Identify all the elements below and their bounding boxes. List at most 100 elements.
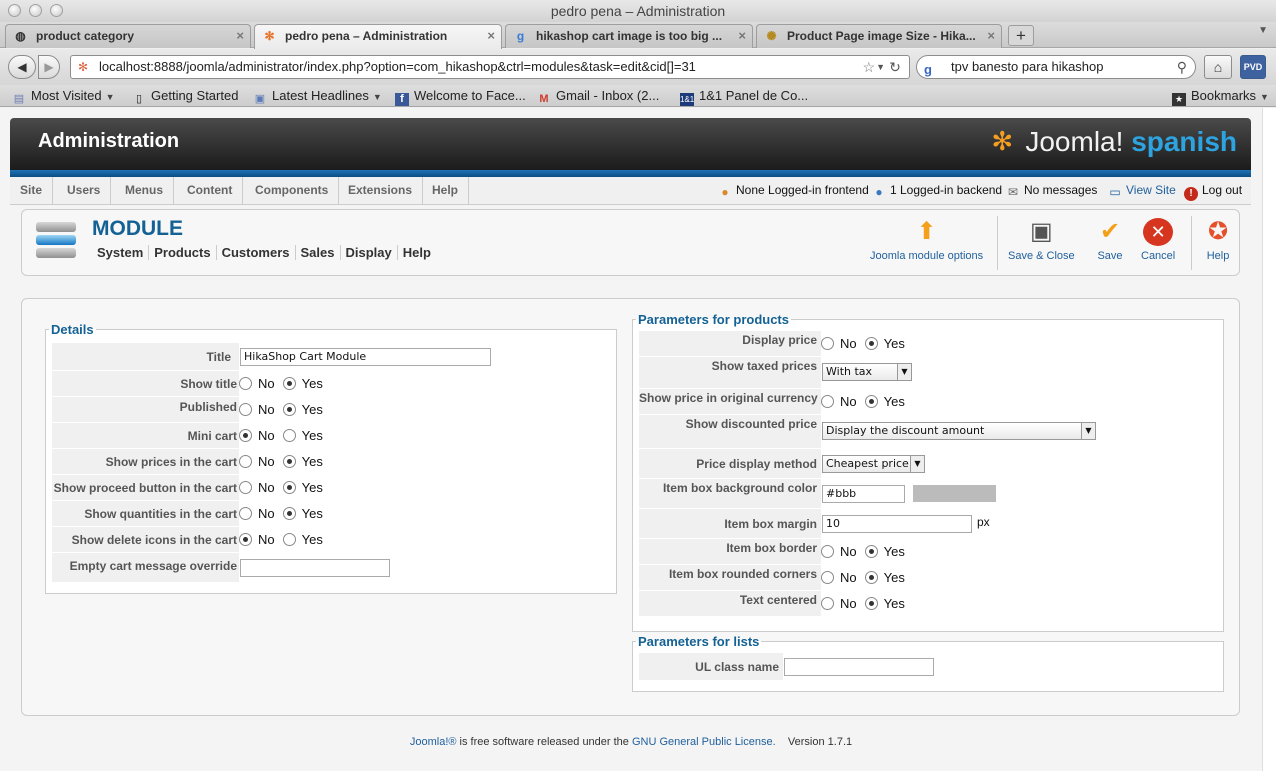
- field-value: #bbb: [821, 479, 1215, 509]
- text-centered-yes-radio[interactable]: [864, 597, 878, 610]
- joomla-link[interactable]: Joomla!®: [410, 736, 457, 748]
- browser-tab[interactable]: ✺ Product Page image Size - Hika... ×: [756, 24, 1002, 48]
- discounted-price-select[interactable]: Display the discount amount ▼: [822, 422, 1096, 440]
- menu-components[interactable]: Components: [245, 177, 340, 204]
- menu-help[interactable]: Help: [422, 177, 470, 204]
- submenu-system[interactable]: System: [92, 245, 148, 260]
- google-search-icon[interactable]: g: [924, 59, 932, 78]
- item-box-border-no-radio[interactable]: [821, 545, 834, 558]
- title-input[interactable]: HikaShop Cart Module: [240, 348, 491, 366]
- back-button[interactable]: ◀: [8, 55, 36, 79]
- close-window-button[interactable]: [8, 4, 21, 17]
- show-prices-yes-radio[interactable]: [282, 455, 296, 468]
- text-centered-no-radio[interactable]: [821, 597, 834, 610]
- submenu-display[interactable]: Display: [339, 245, 397, 260]
- details-legend: Details: [51, 322, 94, 337]
- field-value: [783, 653, 1215, 681]
- joomla-module-options-button[interactable]: ⬆ Joomla module options: [870, 218, 983, 262]
- submenu-customers[interactable]: Customers: [215, 245, 295, 260]
- bookmark-facebook[interactable]: f Welcome to Face...: [395, 88, 526, 106]
- browser-tab-active[interactable]: ✻ pedro pena – Administration ×: [254, 24, 502, 49]
- show-quantities-no-radio[interactable]: [239, 507, 252, 520]
- close-tab-icon[interactable]: ×: [236, 25, 244, 47]
- mini-cart-no-radio[interactable]: [239, 429, 252, 442]
- browser-tab[interactable]: ◍ product category ×: [5, 24, 251, 48]
- menu-users[interactable]: Users: [57, 177, 112, 204]
- color-swatch[interactable]: [913, 485, 996, 502]
- save-close-button[interactable]: ▣ Save & Close: [1008, 218, 1075, 262]
- admin-menu-bar: Site Users Menus Content Components Exte…: [10, 177, 1251, 205]
- bookmark-star-icon[interactable]: ☆: [862, 56, 875, 78]
- show-delete-icons-row: Show delete icons in the cart No Yes: [52, 527, 608, 553]
- bookmark-getting-started[interactable]: ▯ Getting Started: [132, 88, 238, 106]
- mini-cart-yes-radio[interactable]: [282, 429, 296, 442]
- show-title-row: Show title No Yes: [52, 371, 608, 397]
- bookmark-1and1[interactable]: 1&1 1&1 Panel de Co...: [680, 88, 808, 106]
- view-site-link[interactable]: ▭ View Site: [1108, 177, 1175, 204]
- empty-cart-message-input[interactable]: [240, 559, 390, 577]
- logout-link[interactable]: ! Log out: [1184, 177, 1242, 204]
- show-quantities-yes-radio[interactable]: [282, 507, 296, 520]
- display-price-no-radio[interactable]: [821, 337, 834, 350]
- close-tab-icon[interactable]: ×: [738, 25, 746, 47]
- new-tab-button[interactable]: +: [1008, 25, 1034, 46]
- minimize-window-button[interactable]: [29, 4, 42, 17]
- item-box-rounded-no-radio[interactable]: [821, 571, 834, 584]
- bookmark-latest-headlines[interactable]: ▣ Latest Headlines ▼: [253, 88, 382, 106]
- submenu-products[interactable]: Products: [148, 245, 215, 260]
- item-box-rounded-yes-radio[interactable]: [864, 571, 878, 584]
- submenu-help[interactable]: Help: [396, 245, 436, 260]
- home-button[interactable]: ⌂: [1204, 55, 1232, 79]
- menu-content[interactable]: Content: [177, 177, 244, 204]
- tab-list-arrow-icon[interactable]: ▼: [1258, 25, 1268, 36]
- extension-button[interactable]: PVD: [1240, 55, 1266, 79]
- cancel-button[interactable]: ✕ Cancel: [1141, 218, 1175, 262]
- original-currency-yes-radio[interactable]: [864, 395, 878, 408]
- close-tab-icon[interactable]: ×: [487, 25, 495, 47]
- url-bar[interactable]: ✻ localhost:8888/joomla/administrator/in…: [70, 55, 910, 79]
- menu-menus[interactable]: Menus: [115, 177, 175, 204]
- browser-tab[interactable]: g hikashop cart image is too big ... ×: [505, 24, 753, 48]
- search-icon[interactable]: ⚲: [1177, 56, 1187, 78]
- item-box-margin-input[interactable]: 10: [822, 515, 972, 533]
- item-box-border-row: Item box border No Yes: [639, 539, 1215, 565]
- show-delete-icons-yes-radio[interactable]: [282, 533, 296, 546]
- show-prices-no-radio[interactable]: [239, 455, 252, 468]
- zoom-window-button[interactable]: [50, 4, 63, 17]
- show-title-yes-radio[interactable]: [282, 377, 296, 390]
- search-input[interactable]: g tpv banesto para hikashop ⚲: [916, 55, 1196, 79]
- menu-extensions[interactable]: Extensions: [338, 177, 424, 204]
- chevron-down-icon: ▼: [1081, 423, 1095, 439]
- version-text: Version 1.7.1: [787, 736, 853, 748]
- bookmark-most-visited[interactable]: ▤ Most Visited ▼: [12, 88, 115, 106]
- item-box-border-yes-radio[interactable]: [864, 545, 878, 558]
- show-proceed-yes-radio[interactable]: [282, 481, 296, 494]
- show-title-no-radio[interactable]: [239, 377, 252, 390]
- published-no-radio[interactable]: [239, 403, 252, 416]
- display-price-yes-radio[interactable]: [864, 337, 878, 350]
- submenu-sales[interactable]: Sales: [294, 245, 340, 260]
- reload-icon[interactable]: ↻: [884, 56, 906, 78]
- help-button[interactable]: ✪ Help: [1203, 218, 1233, 262]
- bookmarks-menu[interactable]: ★ Bookmarks ▼: [1172, 88, 1269, 106]
- url-text: localhost:8888/joomla/administrator/inde…: [99, 59, 696, 74]
- item-box-bg-color-input[interactable]: #bbb: [822, 485, 905, 503]
- joomla-logo[interactable]: ✻ Joomla! spanish: [991, 126, 1237, 158]
- ul-class-name-input[interactable]: [784, 658, 934, 676]
- published-yes-radio[interactable]: [282, 403, 296, 416]
- taxed-prices-select[interactable]: With tax ▼: [822, 363, 912, 381]
- show-delete-icons-no-radio[interactable]: [239, 533, 252, 546]
- forward-button[interactable]: ▶: [38, 55, 60, 79]
- field-value: No Yes: [239, 449, 608, 475]
- page-scrollbar[interactable]: [1262, 108, 1276, 771]
- field-label: Item box background color: [662, 481, 817, 495]
- show-proceed-no-radio[interactable]: [239, 481, 252, 494]
- logout-icon: !: [1184, 187, 1198, 201]
- price-display-method-select[interactable]: Cheapest price ▼: [822, 455, 925, 473]
- save-button[interactable]: ✔ Save: [1095, 218, 1125, 262]
- gpl-license-link[interactable]: GNU General Public License.: [632, 736, 776, 748]
- menu-site[interactable]: Site: [10, 177, 54, 204]
- original-currency-no-radio[interactable]: [821, 395, 834, 408]
- bookmark-gmail[interactable]: M Gmail - Inbox (2...: [537, 88, 659, 106]
- close-tab-icon[interactable]: ×: [987, 25, 995, 47]
